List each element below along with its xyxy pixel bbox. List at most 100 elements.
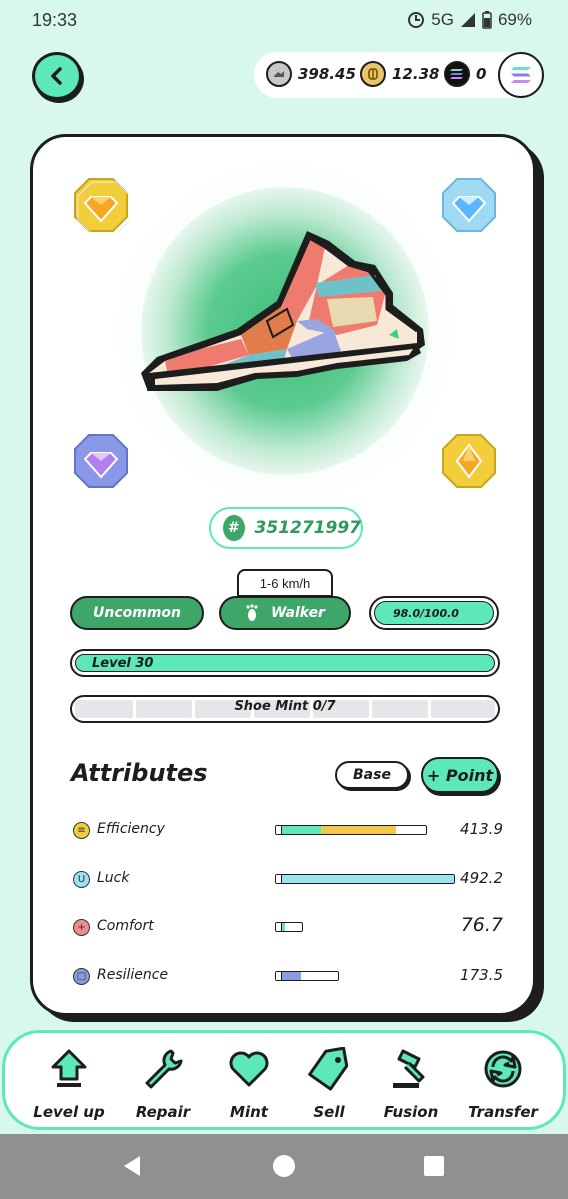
battery-icon xyxy=(482,11,492,29)
shoe-mint-label: Shoe Mint 0/7 xyxy=(234,699,336,714)
level-bar: Level 30 xyxy=(70,649,500,677)
attribute-base-fill xyxy=(282,826,321,834)
base-toggle-button[interactable]: Base xyxy=(335,761,409,789)
luck-icon: U xyxy=(73,871,90,888)
comfort-icon: + xyxy=(73,919,90,936)
speed-range: 1-6 km/h xyxy=(259,575,311,591)
gmt-coin-icon xyxy=(360,61,386,87)
durability-bar: 98.0/100.0 xyxy=(369,596,499,630)
attribute-bonus-fill xyxy=(320,826,396,834)
level-up-button[interactable]: Level up xyxy=(29,1047,109,1121)
resilience-icon: □ xyxy=(73,968,90,985)
mint-button[interactable]: Mint xyxy=(209,1047,289,1121)
attribute-base-fill xyxy=(282,923,285,931)
attribute-row-comfort: + Comfort 76.7 xyxy=(73,914,503,938)
gst-coin-icon xyxy=(266,61,292,87)
efficiency-bar xyxy=(275,825,427,835)
transfer-arrows-icon xyxy=(484,1050,522,1088)
status-indicators: 5G 69% xyxy=(407,10,532,30)
gem-socket-top-left[interactable] xyxy=(73,177,131,235)
yellow-gem-icon xyxy=(74,178,131,235)
sneaker-id: 351271997 xyxy=(254,518,361,538)
quality-label: Uncommon xyxy=(92,605,181,621)
price-tag-icon xyxy=(308,1047,349,1091)
back-button[interactable] xyxy=(32,52,82,100)
system-nav-bar xyxy=(0,1134,568,1199)
add-point-label: + Point xyxy=(426,765,494,785)
gem-socket-bottom-left[interactable] xyxy=(73,433,129,489)
attributes-title: Attributes xyxy=(71,759,208,787)
nav-label: Level up xyxy=(33,1103,105,1121)
sol-amount: 0 xyxy=(476,65,487,83)
base-label: Base xyxy=(353,767,391,783)
repair-button[interactable]: Repair xyxy=(123,1047,203,1121)
footprint-icon xyxy=(246,604,258,621)
luck-bar xyxy=(275,874,455,884)
hammer-icon xyxy=(393,1049,425,1088)
status-time: 19:33 xyxy=(32,10,78,30)
level-fill: Level 30 xyxy=(75,654,495,672)
efficiency-icon: ≡ xyxy=(73,822,90,839)
gem-socket-top-right[interactable] xyxy=(441,177,497,233)
speed-range-tag: 1-6 km/h xyxy=(237,569,333,597)
attribute-name: Luck xyxy=(97,870,130,886)
level-up-arrow-icon xyxy=(51,1049,87,1087)
attribute-row-resilience: □ Resilience 173.5 xyxy=(73,965,503,987)
chevron-left-icon xyxy=(51,67,62,85)
attribute-bonus-fill xyxy=(282,875,454,883)
resilience-bar xyxy=(275,971,339,981)
durability-fill: 98.0/100.0 xyxy=(374,601,494,625)
sol-balance: 0 xyxy=(444,61,486,87)
attribute-bonus-fill xyxy=(282,972,302,980)
heart-icon xyxy=(229,1051,269,1087)
add-point-button[interactable]: + Point xyxy=(421,757,499,793)
sell-button[interactable]: Sell xyxy=(289,1047,369,1121)
attribute-name: Resilience xyxy=(97,967,169,983)
hash-icon: # xyxy=(223,515,245,541)
battery-level: 69% xyxy=(497,10,532,29)
durability-value: 98.0/100.0 xyxy=(393,606,459,620)
fusion-button[interactable]: Fusion xyxy=(371,1047,451,1121)
gst-amount: 398.45 xyxy=(298,65,356,83)
transfer-button[interactable]: Transfer xyxy=(463,1047,543,1121)
blue-gem-icon xyxy=(442,178,496,232)
nav-label: Sell xyxy=(313,1103,345,1121)
home-circle-icon[interactable] xyxy=(272,1154,296,1178)
attribute-value: 76.7 xyxy=(460,914,503,936)
wallet-balance-bar[interactable]: 398.45 12.38 0 xyxy=(254,52,544,98)
attribute-value: 413.9 xyxy=(460,820,503,838)
sneaker-image xyxy=(141,231,425,391)
nav-label: Mint xyxy=(230,1103,268,1121)
nav-label: Fusion xyxy=(383,1103,439,1121)
attribute-value: 492.2 xyxy=(460,869,503,887)
status-bar: 19:33 5G 69% xyxy=(0,0,568,44)
nav-label: Transfer xyxy=(468,1103,538,1121)
gem-socket-bottom-right[interactable] xyxy=(441,433,497,489)
purple-gem-icon xyxy=(74,434,128,488)
attribute-row-luck: U Luck 492.2 xyxy=(73,868,503,890)
sneaker-detail-card: # 351271997 1-6 km/h Uncommon Walker 98.… xyxy=(30,134,536,1016)
network-type: 5G xyxy=(431,10,454,29)
chain-switch-button[interactable] xyxy=(498,52,544,98)
sync-icon xyxy=(408,12,425,28)
signal-icon xyxy=(460,13,475,27)
level-label: Level 30 xyxy=(92,655,154,671)
sneaker-type-badge: Walker xyxy=(219,596,351,630)
sol-coin-icon xyxy=(444,61,470,87)
action-bar: Level up Repair Mint Sell Fusion Transfe… xyxy=(2,1030,566,1130)
quality-badge: Uncommon xyxy=(70,596,204,630)
gst-balance: 398.45 xyxy=(266,61,356,87)
comfort-bar xyxy=(275,922,303,932)
gmt-balance: 12.38 xyxy=(360,61,439,87)
solana-logo-icon xyxy=(511,67,531,83)
shoe-mint-bar: Shoe Mint 0/7 xyxy=(70,695,500,723)
attribute-row-efficiency: ≡ Efficiency 413.9 xyxy=(73,819,503,841)
wrench-icon xyxy=(145,1049,183,1089)
recents-square-icon[interactable] xyxy=(424,1156,444,1176)
back-triangle-icon[interactable] xyxy=(120,1154,144,1178)
sneaker-id-badge: # 351271997 xyxy=(209,507,363,549)
attribute-name: Comfort xyxy=(97,918,154,934)
sneaker-type: Walker xyxy=(271,605,325,621)
nav-label: Repair xyxy=(135,1103,191,1121)
attribute-name: Efficiency xyxy=(97,821,165,837)
